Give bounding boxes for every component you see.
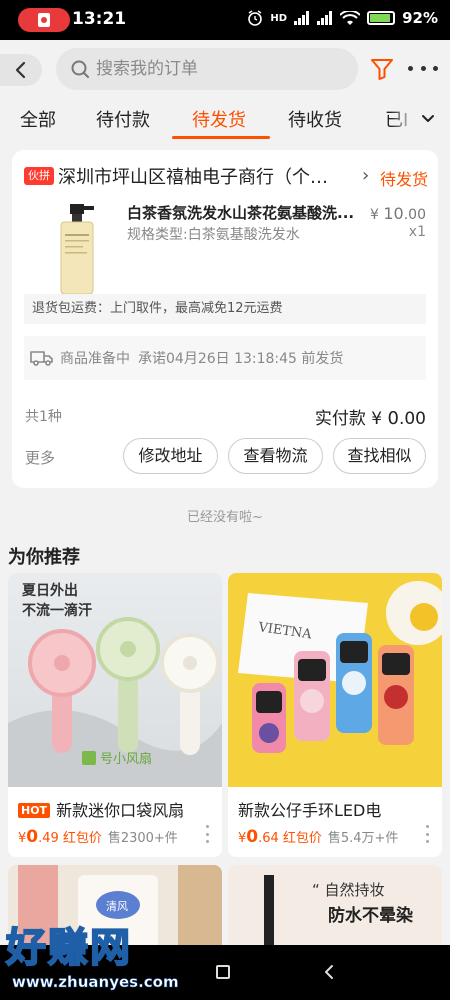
- signal-icon: [294, 11, 310, 25]
- order-card[interactable]: 伙拼 深圳市坪山区禧柚电子商行（个… › 待发货 白茶香氛洗发水山茶花氨基酸洗.…: [12, 150, 438, 488]
- product-spec: 规格类型:白茶氨基酸洗发水: [127, 227, 300, 243]
- search-icon: [71, 60, 89, 78]
- view-logistics-button[interactable]: 查看物流: [228, 438, 323, 474]
- svg-text:夏日外出: 夏日外出: [22, 582, 78, 599]
- product-title[interactable]: 白茶香氛洗发水山茶花氨基酸洗...: [127, 202, 372, 223]
- back-button[interactable]: [0, 54, 42, 86]
- shop-tag: 伙拼: [24, 167, 54, 185]
- recent-apps-button[interactable]: [216, 965, 230, 979]
- recommend-name: HOT 新款迷你口袋风扇: [18, 797, 184, 821]
- header: [0, 40, 450, 98]
- recommend-title: 为你推荐: [8, 547, 80, 568]
- hd-label: HD: [270, 12, 288, 24]
- delivery-promise: 承诺04月26日 13:18:45 前发货: [138, 351, 344, 367]
- delivery-status-box[interactable]: 商品准备中 承诺04月26日 13:18:45 前发货: [24, 336, 426, 380]
- watermark-url: www.zhuanyes.com: [12, 973, 179, 992]
- shop-name[interactable]: 深圳市坪山区禧柚电子商行（个…: [58, 163, 348, 189]
- return-shipping-notice: 退货包运费：上门取件，最高减免12元运费: [24, 294, 426, 324]
- app-indicator-icon[interactable]: [18, 8, 70, 32]
- svg-text:清风: 清风: [106, 900, 128, 913]
- watermark-logo: 好赚网 www.zhuanyes.com: [0, 915, 200, 1000]
- order-status: 待发货: [380, 170, 429, 189]
- product-price: ¥ 10.00: [370, 204, 426, 223]
- tab-pending-receipt[interactable]: 待收货: [288, 106, 342, 132]
- delivery-status: 商品准备中: [60, 351, 130, 367]
- search-input[interactable]: [96, 59, 326, 79]
- order-tabs: 全部 待付款 待发货 待收货 已I: [0, 98, 450, 142]
- active-tab-indicator: [172, 136, 270, 139]
- tab-all[interactable]: 全部: [20, 106, 56, 132]
- hot-badge: HOT: [18, 803, 51, 818]
- recommend-price: ¥0.49 红包价 售2300+件: [18, 827, 178, 847]
- battery-icon: [367, 11, 396, 25]
- chevron-right-icon[interactable]: ›: [362, 165, 369, 186]
- end-of-list-note: 已经没有啦~: [187, 510, 263, 525]
- recommend-price: ¥0.64 红包价 售5.4万+件: [238, 827, 399, 847]
- status-icons: HD 92%: [247, 9, 438, 27]
- system-back-icon[interactable]: [322, 964, 336, 980]
- paid-amount: 实付款 ¥ 0.00: [314, 408, 426, 429]
- status-time: 13:21: [72, 9, 127, 29]
- more-vertical-icon[interactable]: [426, 825, 432, 843]
- status-bar: 13:21 HD 92%: [0, 0, 450, 40]
- svg-text:防水不晕染: 防水不晕染: [328, 905, 413, 926]
- wifi-icon: [340, 10, 361, 25]
- more-vertical-icon[interactable]: [206, 825, 212, 843]
- recommend-name: 新款公仔手环LED电: [238, 801, 382, 820]
- svg-text:号小风扇: 号小风扇: [100, 751, 152, 767]
- chevron-left-icon: [15, 61, 26, 79]
- more-link[interactable]: 更多: [25, 447, 55, 468]
- watermark-text: 好赚网: [5, 924, 132, 972]
- chevron-down-icon[interactable]: [420, 111, 436, 127]
- signal-icon-2: [317, 11, 333, 25]
- alarm-icon: [248, 10, 263, 26]
- modify-address-button[interactable]: 修改地址: [123, 438, 218, 474]
- search-box[interactable]: [56, 48, 358, 90]
- tab-pending-shipment[interactable]: 待发货: [192, 106, 246, 132]
- product-image[interactable]: [34, 200, 116, 296]
- truck-icon: [30, 351, 53, 366]
- tab-pending-payment[interactable]: 待付款: [96, 106, 150, 132]
- filter-icon[interactable]: [370, 57, 394, 81]
- recommend-card-fan[interactable]: 夏日外出 不流一滴汗 号小风扇 HOT 新款迷你口袋风扇 ¥0.49 红包价 售230…: [8, 573, 222, 857]
- battery-percent: 92%: [402, 9, 438, 27]
- more-options-button[interactable]: [408, 56, 438, 80]
- product-image-fan: 夏日外出 不流一滴汗 号小风扇: [8, 573, 222, 787]
- find-similar-button[interactable]: 查找相似: [333, 438, 426, 474]
- item-count: 共1种: [25, 409, 62, 425]
- svg-text:不流一滴汗: 不流一滴汗: [22, 602, 92, 619]
- product-quantity: x1: [408, 224, 426, 240]
- product-image-watch: VIETNA: [228, 573, 442, 787]
- recommend-card-watch[interactable]: VIETNA 新款公仔手环LED电 ¥0.64 红包价 售5.4万+件: [228, 573, 442, 857]
- svg-text:“ 自然持妆: “ 自然持妆: [312, 881, 385, 899]
